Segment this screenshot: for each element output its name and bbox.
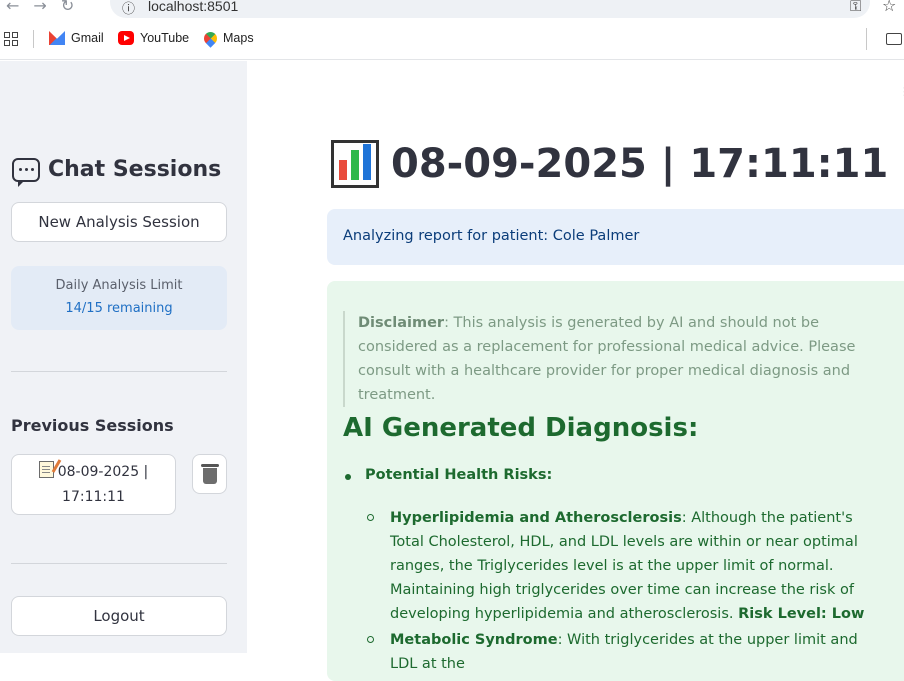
list-item: Hyperlipidemia and Atherosclerosis: Alth… — [367, 506, 887, 626]
delete-session-button[interactable] — [192, 454, 227, 494]
site-info-icon[interactable]: ⓘ — [122, 0, 135, 17]
maps-icon — [201, 28, 220, 48]
new-analysis-session-button[interactable]: New Analysis Session — [11, 202, 227, 242]
patient-info-text: Analyzing report for patient: Cole Palme… — [343, 228, 640, 244]
list-item-health-risks: Potential Health Risks: — [343, 467, 552, 483]
address-bar[interactable]: ⓘ localhost:8501 — [110, 0, 870, 18]
gmail-icon — [49, 31, 65, 45]
bookmark-gmail[interactable]: Gmail — [49, 31, 104, 45]
speech-bubble-icon — [12, 157, 40, 187]
session-item-button[interactable]: 08-09-2025 | 17:11:11 — [11, 454, 176, 515]
risk-level: Risk Level: Low — [738, 606, 865, 622]
deploy-menu-icon[interactable]: ⋮ — [899, 85, 904, 98]
logout-button[interactable]: Logout — [11, 596, 227, 636]
session-item-line1: 08-09-2025 | — [38, 460, 149, 485]
session-date: 08-09-2025 | — [57, 463, 149, 480]
previous-sessions-title: Previous Sessions — [11, 416, 174, 435]
bookmark-maps[interactable]: Maps — [201, 28, 254, 48]
sidebar: Chat Sessions New Analysis Session Daily… — [0, 61, 247, 653]
bookmarks-divider — [33, 30, 34, 48]
apps-grid-icon[interactable] — [4, 32, 18, 46]
bookmark-label: Maps — [223, 31, 254, 45]
forward-arrow-icon[interactable]: → — [33, 0, 46, 15]
disclaimer-label: Disclaimer — [358, 315, 445, 331]
youtube-icon — [118, 31, 134, 45]
sidebar-divider — [11, 563, 227, 564]
page-title-text: 08-09-2025 | 17:11:11 — [391, 141, 889, 187]
back-arrow-icon[interactable]: ← — [6, 0, 19, 15]
nav-buttons: ← → ↻ — [6, 0, 74, 15]
bookmark-star-icon[interactable]: ☆ — [882, 0, 896, 15]
page-title: 08-09-2025 | 17:11:11 — [331, 140, 888, 188]
sidebar-title-text: Chat Sessions — [48, 157, 222, 182]
folder-icon — [886, 33, 902, 45]
diagnosis-heading: AI Generated Diagnosis: — [343, 413, 699, 443]
diagnosis-result-box: Disclaimer: This analysis is generated b… — [327, 281, 904, 681]
patient-info-alert: Analyzing report for patient: Cole Palme… — [327, 209, 904, 265]
session-time: 17:11:11 — [62, 488, 125, 505]
bullet-icon — [345, 474, 351, 480]
sidebar-divider — [11, 371, 227, 372]
bookmarks-folder[interactable] — [866, 28, 902, 50]
bar-chart-icon — [331, 140, 379, 188]
address-url[interactable]: localhost:8501 — [148, 0, 238, 14]
bookmark-youtube[interactable]: YouTube — [118, 31, 189, 45]
bookmark-label: YouTube — [140, 31, 190, 45]
password-key-icon[interactable]: ⚿ — [850, 0, 861, 15]
bookmark-label: Gmail — [71, 31, 104, 45]
daily-limit-box: Daily Analysis Limit 14/15 remaining — [11, 266, 227, 330]
circle-bullet-icon — [367, 514, 374, 521]
trash-icon — [200, 463, 219, 484]
bookmarks-bar: Gmail YouTube Maps — [0, 20, 904, 60]
memo-icon — [38, 460, 54, 478]
circle-bullet-icon — [367, 636, 374, 643]
daily-limit-label: Daily Analysis Limit — [55, 278, 183, 293]
list-item: Metabolic Syndrome: With triglycerides a… — [367, 628, 887, 676]
browser-toolbar: ← → ↻ ⓘ localhost:8501 ⚿ ☆ — [0, 0, 904, 20]
risks-label: Potential Health Risks: — [365, 467, 553, 483]
reload-icon[interactable]: ↻ — [61, 0, 74, 15]
daily-limit-value: 14/15 remaining — [65, 301, 173, 316]
risk-name: Hyperlipidemia and Atherosclerosis — [390, 510, 682, 526]
risk-name: Metabolic Syndrome — [390, 632, 558, 648]
sidebar-title: Chat Sessions — [12, 157, 222, 187]
disclaimer-blockquote: Disclaimer: This analysis is generated b… — [343, 311, 903, 407]
